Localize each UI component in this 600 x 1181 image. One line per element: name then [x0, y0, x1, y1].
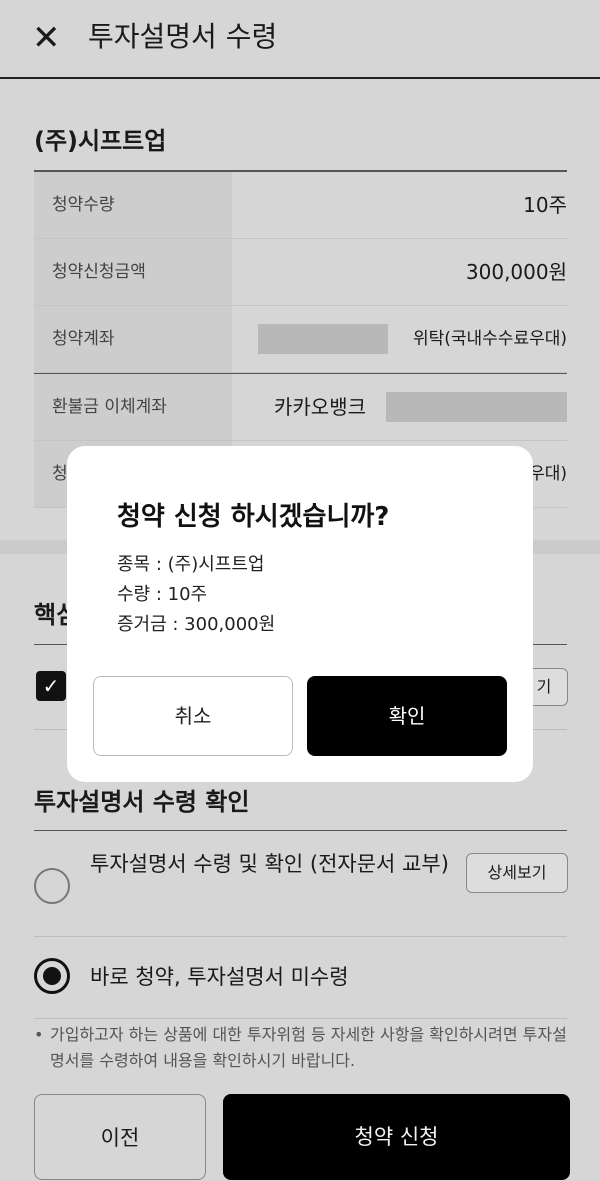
prospectus-section-title: 투자설명서 수령 확인: [34, 788, 250, 816]
company-name: (주)시프트업: [34, 127, 167, 155]
masked-account: [258, 324, 388, 354]
notice-body: 가입하고자 하는 상품에 대한 투자위험 등 자세한 사항을 확인하시려면 투자…: [50, 1025, 567, 1070]
notice-text: • 가입하고자 하는 상품에 대한 투자위험 등 자세한 사항을 확인하시려면 …: [34, 1022, 574, 1074]
prev-button[interactable]: 이전: [34, 1094, 206, 1180]
confirm-dialog: 청약 신청 하시겠습니까? 종목 : (주)시프트업 수량 : 10주 증거금 …: [67, 446, 533, 782]
page-title: 투자설명서 수령: [88, 20, 278, 53]
option-receive-label: 투자설명서 수령 및 확인 (전자문서 교부): [90, 852, 449, 876]
table-row: 청약계좌 위탁(국내수수료우대): [34, 306, 567, 373]
bullet-icon: •: [34, 1025, 44, 1044]
dialog-title: 청약 신청 하시겠습니까?: [117, 502, 390, 532]
row-value: 위탁(국내수수료우대): [412, 329, 567, 349]
row-label: 환불금 이체계좌: [34, 374, 232, 440]
divider: [34, 1018, 567, 1019]
dialog-confirm-button[interactable]: 확인: [307, 676, 507, 756]
divider: [34, 830, 567, 831]
row-label: 청약계좌: [34, 306, 232, 372]
dialog-deposit-line: 증거금 : 300,000원: [117, 614, 276, 635]
row-value: 300,000원: [465, 260, 567, 284]
radio-receive-prospectus[interactable]: [34, 868, 70, 904]
option-skip-label: 바로 청약, 투자설명서 미수령: [90, 965, 349, 989]
table-row: 환불금 이체계좌 카카오뱅크: [34, 373, 567, 441]
dialog-quantity-line: 수량 : 10주: [117, 584, 208, 605]
table-row: 청약신청금액 300,000원: [34, 239, 567, 306]
row-value: 카카오뱅크: [274, 395, 366, 419]
row-value: 10주: [523, 193, 567, 217]
row-label: 청약수량: [34, 172, 232, 238]
masked-account: [386, 392, 567, 422]
dialog-stock-line: 종목 : (주)시프트업: [117, 554, 265, 575]
table-row: 청약수량 10주: [34, 172, 567, 239]
checkbox-checked[interactable]: ✓: [36, 671, 66, 701]
row-value: 우대): [529, 464, 567, 484]
radio-skip-prospectus[interactable]: [34, 958, 70, 994]
apply-button[interactable]: 청약 신청: [223, 1094, 570, 1180]
close-icon[interactable]: ✕: [32, 18, 62, 58]
row-label: 청약신청금액: [34, 239, 232, 305]
divider: [34, 936, 567, 937]
dialog-cancel-button[interactable]: 취소: [93, 676, 293, 756]
prospectus-detail-button[interactable]: 상세보기: [466, 853, 568, 893]
